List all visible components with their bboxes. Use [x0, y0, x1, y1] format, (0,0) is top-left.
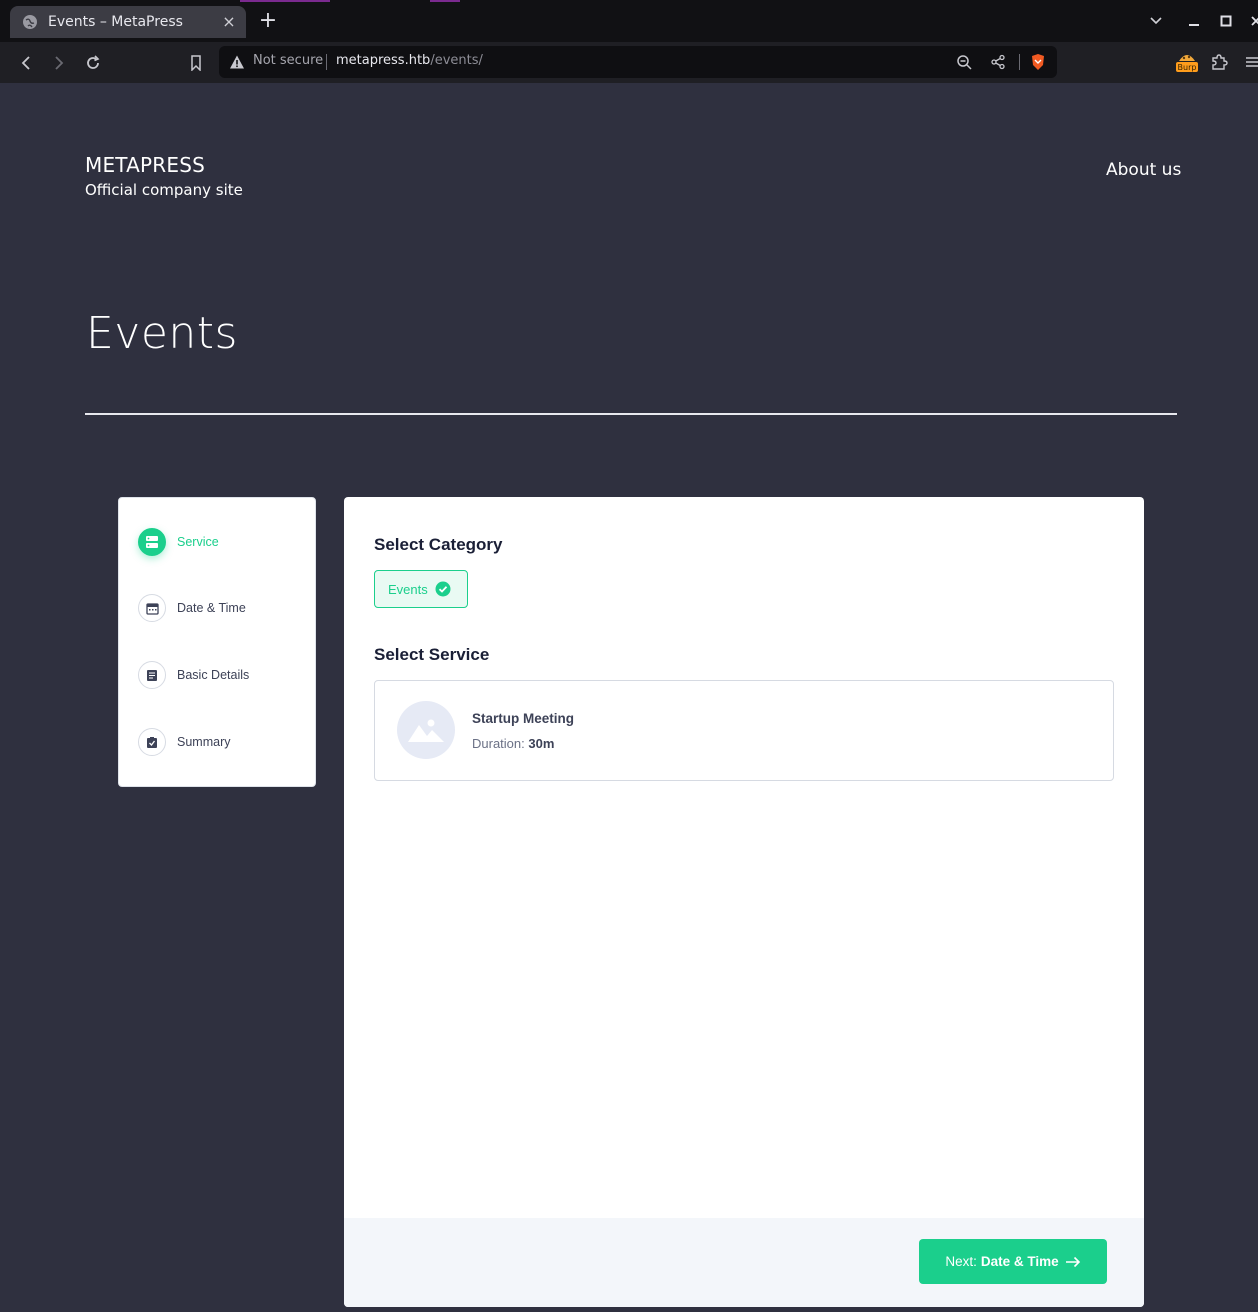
- booking-main-card: Select Category Events Select Service St…: [344, 497, 1144, 1307]
- category-chip-label: Events: [388, 581, 428, 597]
- browser-tab[interactable]: Events – MetaPress ×: [10, 6, 246, 38]
- step-summary[interactable]: Summary: [138, 727, 230, 757]
- document-icon: [138, 661, 166, 689]
- step-label: Date & Time: [177, 601, 246, 615]
- maximize-icon[interactable]: [1216, 11, 1236, 31]
- url-path: /events/: [430, 53, 483, 68]
- duration-value: 30m: [528, 736, 555, 751]
- address-bar[interactable]: Not secure metapress.htb/events/: [219, 46, 1057, 78]
- menu-icon[interactable]: [1240, 50, 1258, 74]
- booking-footer: Next: Date & Time: [344, 1218, 1144, 1307]
- select-category-heading: Select Category: [374, 535, 503, 554]
- booking-steps-sidebar: Service Date & Time Basic Details Summar…: [118, 497, 316, 787]
- category-chip-events[interactable]: Events: [374, 570, 468, 608]
- step-label: Service: [177, 535, 219, 549]
- select-service-heading: Select Service: [374, 645, 490, 664]
- next-date-time-button[interactable]: Next: Date & Time: [919, 1239, 1107, 1284]
- extensions-puzzle-icon[interactable]: [1207, 50, 1231, 74]
- forward-arrow-icon[interactable]: [47, 51, 71, 75]
- step-service[interactable]: Service: [138, 527, 219, 557]
- step-label: Basic Details: [177, 668, 250, 682]
- close-tab-icon[interactable]: ×: [220, 13, 238, 31]
- bookmark-icon[interactable]: [184, 51, 208, 75]
- tab-accent-line: [430, 0, 460, 2]
- tab-title: Events – MetaPress: [48, 14, 183, 30]
- reload-icon[interactable]: [81, 51, 105, 75]
- site-name[interactable]: METAPRESS: [85, 153, 205, 177]
- server-icon: [138, 528, 166, 556]
- new-tab-button[interactable]: +: [256, 10, 280, 34]
- minimize-icon[interactable]: [1184, 11, 1204, 31]
- next-prefix: Next:: [945, 1254, 977, 1269]
- service-duration: Duration: 30m: [472, 736, 554, 751]
- burp-label: Burp: [1178, 63, 1197, 72]
- calendar-icon: [138, 594, 166, 622]
- check-circle-icon: [435, 581, 451, 597]
- divider: [326, 54, 327, 70]
- globe-icon: [21, 13, 39, 31]
- url-host: metapress.htb: [336, 53, 431, 68]
- security-label[interactable]: Not secure: [253, 53, 323, 68]
- warning-triangle-icon[interactable]: [229, 54, 245, 70]
- close-window-icon[interactable]: [1246, 11, 1258, 31]
- title-divider: [85, 413, 1177, 415]
- site-tagline: Official company site: [85, 181, 243, 199]
- brave-shield-icon[interactable]: [1029, 53, 1047, 71]
- image-placeholder-icon: [397, 701, 455, 759]
- back-arrow-icon[interactable]: [14, 51, 38, 75]
- service-name: Startup Meeting: [472, 711, 575, 726]
- tab-accent-line: [240, 0, 330, 2]
- page-title: Events: [86, 308, 238, 359]
- url-text[interactable]: metapress.htb/events/: [336, 53, 483, 68]
- zoom-out-icon[interactable]: [955, 53, 973, 71]
- divider: [1019, 54, 1020, 70]
- clipboard-check-icon: [138, 728, 166, 756]
- browser-tab-bar: Events – MetaPress × +: [0, 0, 1258, 42]
- step-date-time[interactable]: Date & Time: [138, 593, 246, 623]
- step-label: Summary: [177, 735, 231, 749]
- share-icon[interactable]: [989, 53, 1007, 71]
- tab-list-chevron-icon[interactable]: [1146, 11, 1166, 31]
- arrow-right-icon: [1065, 1256, 1081, 1268]
- duration-label: Duration:: [472, 736, 525, 751]
- burp-extension-icon[interactable]: Burp: [1175, 50, 1199, 74]
- step-basic-details[interactable]: Basic Details: [138, 660, 249, 690]
- next-target: Date & Time: [980, 1254, 1059, 1269]
- nav-link-about-us[interactable]: About us: [1106, 160, 1181, 180]
- browser-toolbar: Not secure metapress.htb/events/ Burp: [0, 42, 1258, 83]
- service-card-startup-meeting[interactable]: Startup Meeting Duration: 30m: [374, 680, 1114, 781]
